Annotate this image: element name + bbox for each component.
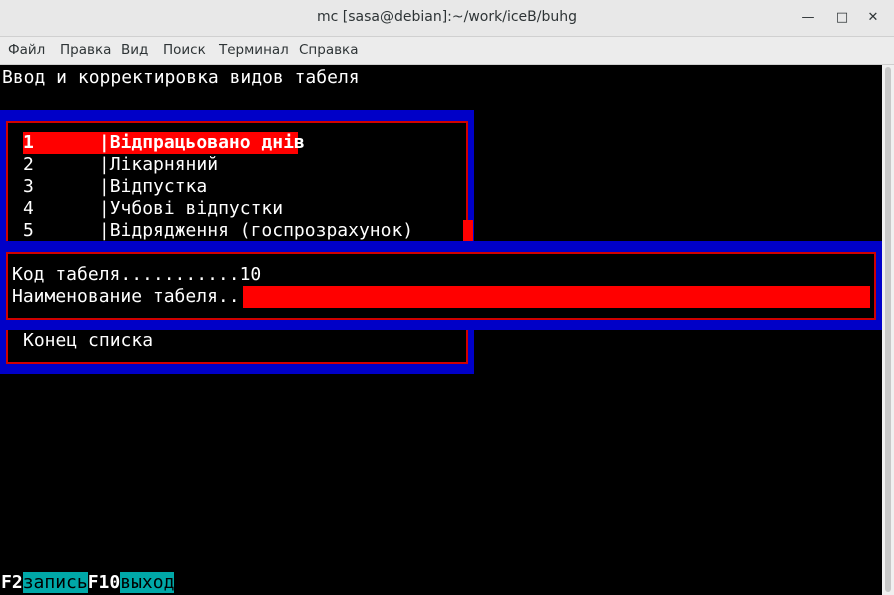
code-row: Код табеля...........10 (12, 264, 261, 286)
terminal-area: Ввод и корректировка видов табеля 1 |Від… (0, 65, 882, 595)
footer-keys: F2записьF10выход (1, 572, 175, 594)
screen-header: Ввод и корректировка видов табеля (2, 67, 360, 88)
f2-key[interactable]: F2 (1, 572, 23, 593)
terminal-scrollbar[interactable] (882, 65, 894, 595)
name-field[interactable] (243, 286, 870, 308)
menu-help[interactable]: Справка (299, 42, 358, 58)
menu-terminal[interactable]: Терминал (219, 42, 289, 58)
window-titlebar: mc [sasa@debian]:~/work/iceB/buhg — □ ✕ (0, 0, 894, 37)
code-field[interactable]: 10 (240, 264, 262, 285)
scrollbar-thumb[interactable] (885, 67, 891, 592)
name-row: Наименование табеля.. (12, 286, 240, 308)
list-row-2[interactable]: 2 |Лікарняний (23, 154, 218, 176)
code-label: Код табеля........... (12, 264, 240, 285)
window-title: mc [sasa@debian]:~/work/iceB/buhg (317, 9, 577, 25)
close-icon[interactable]: ✕ (863, 8, 883, 28)
f2-label[interactable]: запись (22, 572, 88, 593)
menu-view[interactable]: Вид (121, 42, 148, 58)
menu-edit[interactable]: Правка (60, 42, 111, 58)
menu-search[interactable]: Поиск (163, 42, 206, 58)
f10-label[interactable]: выход (120, 572, 175, 593)
list-row-4[interactable]: 4 |Учбові відпустки (23, 198, 283, 220)
menubar: Файл Правка Вид Поиск Терминал Справка (0, 37, 894, 65)
list-row-5[interactable]: 5 |Відрядження (госпрозрахунок) (23, 220, 413, 242)
maximize-icon[interactable]: □ (832, 8, 852, 28)
name-label: Наименование табеля.. (12, 286, 240, 307)
list-scroll-indicator (463, 220, 473, 241)
list-row-3[interactable]: 3 |Відпустка (23, 176, 207, 198)
list-end-text: Конец списка (23, 330, 154, 351)
menu-file[interactable]: Файл (8, 42, 45, 58)
list-row-1[interactable]: 1 |Відпрацьовано днів (23, 132, 305, 154)
minimize-icon[interactable]: — (798, 8, 818, 28)
f10-key[interactable]: F10 (88, 572, 121, 593)
